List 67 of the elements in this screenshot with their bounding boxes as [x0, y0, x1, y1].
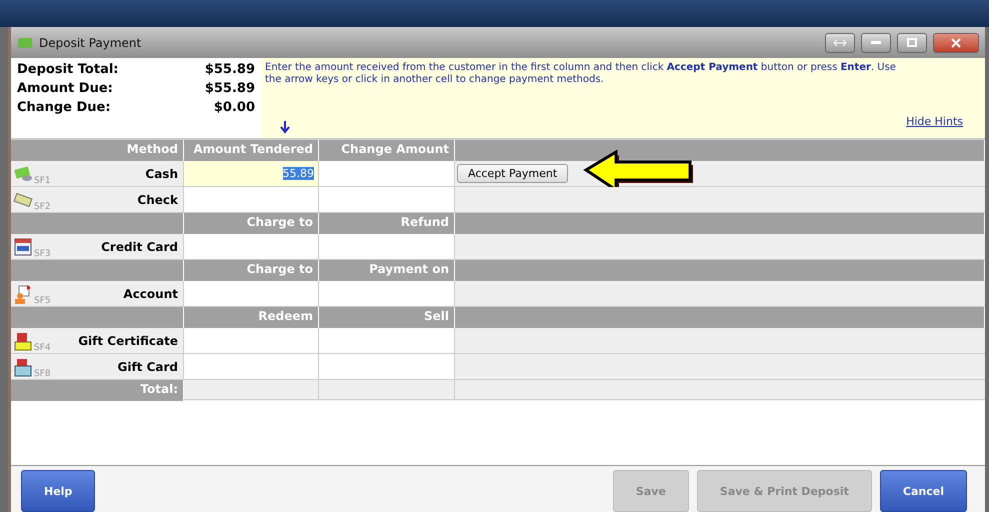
shortcut-key: SF2	[34, 202, 51, 212]
method-cell[interactable]: SF1 Cash	[11, 161, 184, 187]
down-arrow-icon	[279, 120, 291, 134]
summary-label: Amount Due:	[17, 81, 114, 96]
resize-button[interactable]	[825, 32, 855, 52]
credit-card-icon	[13, 236, 33, 256]
column-header: Charge to	[184, 260, 319, 281]
column-header: Refund	[319, 213, 455, 234]
method-cell[interactable]: SF2 Check	[11, 187, 184, 213]
total-label: Total:	[11, 380, 184, 401]
method-label: Gift Certificate	[78, 334, 178, 348]
close-icon	[951, 38, 961, 48]
deposit-icon	[17, 36, 33, 50]
amount-field[interactable]	[184, 234, 319, 260]
amount-field[interactable]	[319, 187, 455, 213]
amount-field[interactable]	[319, 328, 455, 354]
column-header: Redeem	[184, 307, 319, 328]
shortcut-key: SF8	[34, 369, 51, 379]
dialog-button[interactable]: Help	[21, 470, 96, 512]
amount-field[interactable]	[319, 161, 455, 187]
maximize-icon	[907, 38, 917, 47]
window-title: Deposit Payment	[39, 36, 142, 50]
method-label: Gift Card	[117, 360, 178, 374]
column-header: Change Amount	[319, 140, 455, 161]
method-label: Cash	[145, 166, 178, 180]
amount-field[interactable]	[184, 281, 319, 307]
amount-field[interactable]	[184, 328, 319, 354]
amount-field[interactable]	[184, 354, 319, 380]
amount-field[interactable]	[184, 187, 319, 213]
amount-field[interactable]	[319, 354, 455, 380]
gift-certificate-icon	[13, 330, 33, 350]
column-header: Amount Tendered	[184, 140, 319, 161]
minimize-icon	[871, 40, 881, 44]
dialog-button[interactable]: Cancel	[880, 470, 967, 512]
column-header: Charge to	[184, 213, 319, 234]
shortcut-key: SF5	[34, 296, 51, 306]
column-header: Payment on	[319, 260, 455, 281]
summary-label: Deposit Total:	[17, 62, 120, 77]
amount-field[interactable]	[319, 234, 455, 260]
method-cell[interactable]: SF3 Credit Card	[11, 234, 184, 260]
column-header: Sell	[319, 307, 455, 328]
shortcut-key: SF1	[34, 176, 51, 186]
column-header: Method	[11, 140, 184, 161]
amount-field[interactable]	[319, 281, 455, 307]
shortcut-key: SF4	[34, 343, 51, 353]
shortcut-key: SF3	[34, 249, 51, 259]
summary-value: $55.89	[204, 62, 255, 77]
gift-card-icon	[13, 356, 33, 376]
amount-field[interactable]: 55.89	[184, 161, 319, 187]
accept-payment-button[interactable]: Accept Payment	[457, 164, 568, 183]
summary-label: Change Due:	[17, 100, 112, 115]
cash-icon	[13, 164, 33, 184]
hide-hints-link[interactable]: Hide Hints	[906, 115, 963, 128]
method-cell[interactable]: SF4 Gift Certificate	[11, 328, 184, 354]
method-label: Credit Card	[101, 240, 178, 254]
account-icon	[13, 284, 33, 304]
maximize-button[interactable]	[897, 32, 927, 52]
hint-text: Enter the amount received from the customer in the first column and then click Accept Payment button or press Enter. Use the arrow keys or click in another cell to change payment methods.	[265, 62, 897, 86]
summary-value: $55.89	[204, 81, 255, 96]
method-cell[interactable]: SF5 Account	[11, 281, 184, 307]
close-button[interactable]	[933, 32, 979, 52]
double-arrow-icon	[833, 38, 847, 46]
summary-value: $0.00	[212, 100, 255, 115]
method-cell[interactable]: SF8 Gift Card	[11, 354, 184, 380]
method-label: Check	[137, 192, 178, 206]
minimize-button[interactable]	[861, 32, 891, 52]
method-label: Account	[123, 286, 178, 300]
